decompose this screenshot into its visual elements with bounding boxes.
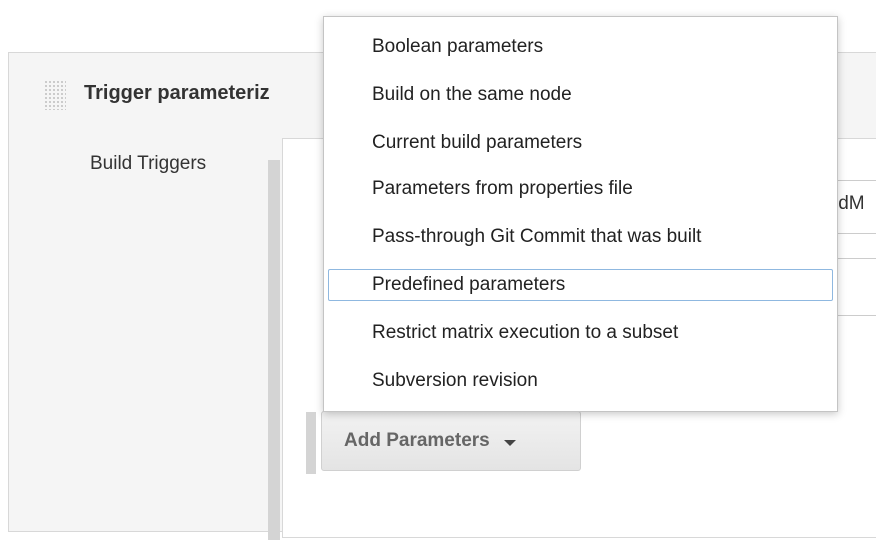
add-parameters-button[interactable]: Add Parameters [321, 411, 581, 471]
build-triggers-label: Build Triggers [90, 153, 207, 174]
menu-item-restrict-matrix-execution[interactable]: Restrict matrix execution to a subset [328, 317, 833, 349]
menu-item-pass-through-git-commit[interactable]: Pass-through Git Commit that was built [328, 221, 833, 253]
add-parameters-menu: Boolean parameters Build on the same nod… [323, 16, 838, 412]
menu-item-label: Boolean parameters [372, 36, 544, 57]
drag-handle-icon[interactable] [44, 80, 66, 110]
menu-item-label: Current build parameters [372, 132, 583, 153]
menu-item-label: Build on the same node [372, 84, 572, 105]
nesting-bar [268, 160, 280, 540]
menu-item-subversion-revision[interactable]: Subversion revision [328, 365, 833, 397]
menu-item-parameters-from-properties-file[interactable]: Parameters from properties file [328, 173, 833, 205]
parameters-nesting-bar [306, 412, 316, 474]
menu-item-boolean-parameters[interactable]: Boolean parameters [328, 31, 833, 63]
caret-down-icon [503, 439, 516, 446]
menu-item-build-on-same-node[interactable]: Build on the same node [328, 79, 833, 111]
menu-item-label: Subversion revision [372, 370, 538, 391]
menu-item-predefined-parameters[interactable]: Predefined parameters [328, 269, 833, 301]
add-parameters-label: Add Parameters [344, 430, 490, 451]
menu-item-current-build-parameters[interactable]: Current build parameters [328, 127, 833, 159]
menu-item-label: Restrict matrix execution to a subset [372, 322, 679, 343]
projects-to-build-value: ldM [834, 193, 865, 214]
section-title: Trigger parameteriz [84, 82, 270, 104]
menu-item-label: Pass-through Git Commit that was built [372, 226, 702, 247]
menu-item-label: Predefined parameters [372, 274, 566, 295]
menu-item-label: Parameters from properties file [372, 178, 633, 199]
